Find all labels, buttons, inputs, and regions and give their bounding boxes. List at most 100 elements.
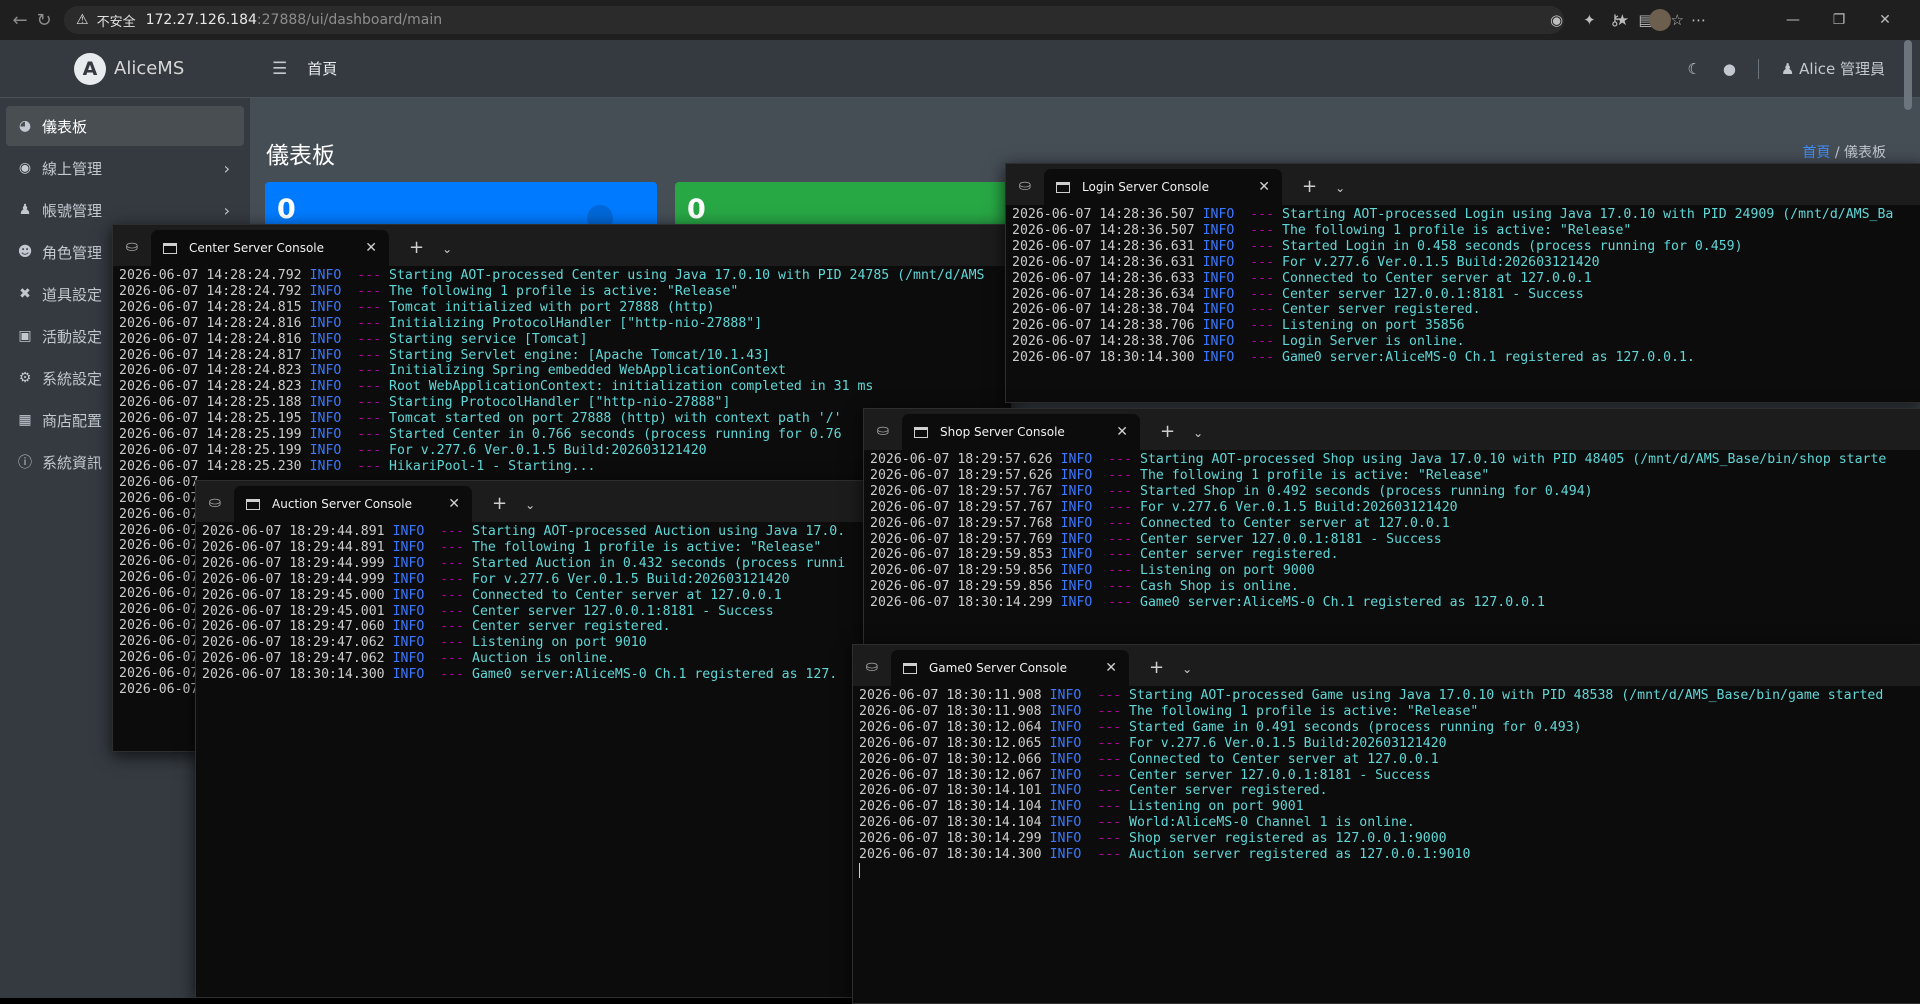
log-timestamp: 2026-06-07 [119, 570, 199, 586]
log-message: Center server registered. [1129, 783, 1328, 799]
log-timestamp: 2026-06-07 14:28:24.817 [119, 347, 302, 363]
warning-icon[interactable]: ⚠ [76, 12, 89, 28]
new-tab-icon[interactable]: + [1160, 421, 1175, 442]
log-level: INFO [1049, 815, 1082, 831]
reload-icon[interactable]: ↻ [24, 0, 64, 40]
terminal-tab[interactable]: Auction Server Console ✕ [234, 486, 472, 522]
log-timestamp: 2026-06-07 18:29:57.768 [870, 515, 1053, 531]
shield-icon[interactable]: ⛀ [113, 225, 151, 266]
menu-toggle-icon[interactable]: ☰ [272, 59, 287, 79]
brand[interactable]: A AliceMS [0, 40, 250, 98]
log-level: INFO [309, 347, 342, 363]
topnav-home-link[interactable]: 首頁 [307, 58, 337, 79]
terminal-output[interactable]: 2026-06-07 18:30:11.908 INFO --- Startin… [853, 686, 1920, 885]
shield-icon[interactable]: ⛀ [1006, 164, 1044, 205]
close-tab-icon[interactable]: ✕ [1105, 660, 1117, 676]
terminal-tab-strip: ⛀ Game0 Server Console ✕ + ⌄ [853, 645, 1920, 686]
favorites-icon[interactable]: ★ [1616, 11, 1629, 29]
log-message: Initializing Spring embedded WebApplicat… [389, 363, 786, 379]
log-message: Listening on port 9001 [1129, 799, 1304, 815]
chevron-down-icon[interactable]: ⌄ [442, 242, 452, 256]
log-separator: --- [440, 571, 465, 587]
restore-icon[interactable]: ❐ [1816, 12, 1862, 28]
chevron-down-icon[interactable]: ⌄ [1335, 181, 1345, 195]
close-tab-icon[interactable]: ✕ [1258, 179, 1270, 195]
new-tab-icon[interactable]: + [409, 237, 424, 258]
user-icon: ♟ [1780, 60, 1800, 78]
log-line: 2026-06-07 18:30:12.065 INFO --- For v.2… [859, 736, 1918, 752]
close-icon[interactable]: ✕ [1862, 12, 1908, 28]
log-timestamp: 2026-06-07 18:29:44.999 [202, 555, 385, 571]
log-separator: --- [1250, 270, 1275, 286]
log-message: Center server 127.0.0.1:8181 - Success [1282, 286, 1584, 302]
login-console-window[interactable]: ⛀ Login Server Console ✕ + ⌄ 2026-06-07 14:28… [1005, 163, 1920, 403]
log-line: 2026-06-07 18:29:57.626 INFO --- Startin… [870, 452, 1918, 468]
log-message: The following 1 profile is active: "Rele… [389, 283, 739, 299]
log-message: Listening on port 35856 [1282, 318, 1465, 334]
user-menu[interactable]: ♟ Alice 管理員 [1781, 58, 1885, 79]
chat-icon[interactable]: ● [1723, 60, 1736, 78]
terminal-tab[interactable]: Center Server Console ✕ [151, 230, 389, 266]
close-tab-icon[interactable]: ✕ [448, 496, 460, 512]
address-bar[interactable]: ⚠ 不安全 172.27.126.184:27888/ui/dashboard/… [64, 6, 1684, 34]
dark-mode-icon[interactable]: ☾ [1687, 60, 1700, 78]
shield-icon[interactable]: ⛀ [196, 481, 234, 522]
chevron-down-icon[interactable]: ⌄ [525, 498, 535, 512]
extension-icon[interactable]: ◉ [1550, 11, 1563, 29]
shop-console-window[interactable]: ⛀ Shop Server Console ✕ + ⌄ 2026-06-07 18:29:… [863, 408, 1920, 648]
new-tab-icon[interactable]: + [492, 493, 507, 514]
log-separator: --- [357, 395, 382, 411]
minimize-icon[interactable]: — [1770, 12, 1816, 28]
puzzle-icon[interactable]: ✦ [1583, 11, 1596, 29]
dashboard-icon: ◕ [18, 118, 32, 134]
log-message: Connected to Center server at 127.0.0.1 [1282, 270, 1592, 286]
terminal-output[interactable]: 2026-06-07 18:29:44.891 INFO --- Startin… [196, 522, 894, 685]
log-separator: --- [440, 587, 465, 603]
shield-icon[interactable]: ⛀ [853, 645, 891, 686]
chevron-down-icon[interactable]: ⌄ [1193, 426, 1203, 440]
log-line: 2026-06-07 14:28:24.816 INFO --- Startin… [119, 332, 1005, 348]
log-timestamp: 2026-06-07 18:29:59.856 [870, 563, 1053, 579]
sidebar-item-1[interactable]: ◉ 線上管理 › [6, 148, 244, 188]
terminal-output[interactable]: 2026-06-07 18:29:57.626 INFO --- Startin… [864, 450, 1920, 613]
new-tab-icon[interactable]: + [1302, 176, 1317, 197]
terminal-output[interactable]: 2026-06-07 14:28:36.507 INFO --- Startin… [1006, 205, 1920, 368]
log-message: For v.277.6 Ver.0.1.5 Build:202603121420 [1129, 735, 1447, 751]
terminal-tab[interactable]: Game0 Server Console ✕ [891, 650, 1129, 686]
more-icon[interactable]: ⋯ [1691, 11, 1706, 29]
shield-icon[interactable]: ⛀ [864, 409, 902, 450]
log-level: INFO [1060, 563, 1093, 579]
sidebar-item-0[interactable]: ◕ 儀表板 [6, 106, 244, 146]
chevron-down-icon[interactable]: ⌄ [1182, 662, 1192, 676]
game-console-window[interactable]: ⛀ Game0 Server Console ✕ + ⌄ 2026-06-07 18:30… [852, 644, 1920, 1004]
log-line: 2026-06-07 18:29:44.891 INFO --- Startin… [202, 524, 888, 540]
log-separator: --- [357, 379, 382, 395]
terminal-icon [246, 498, 260, 510]
log-timestamp: 2026-06-07 [119, 474, 199, 490]
log-timestamp: 2026-06-07 14:28:24.792 [119, 268, 302, 283]
log-timestamp: 2026-06-07 14:28:25.199 [119, 442, 302, 458]
breadcrumb-home[interactable]: 首頁 [1802, 145, 1830, 161]
terminal-tab[interactable]: Login Server Console ✕ [1044, 169, 1282, 205]
log-separator: --- [1097, 703, 1122, 719]
close-tab-icon[interactable]: ✕ [1116, 424, 1128, 440]
log-timestamp: 2026-06-07 18:30:14.104 [859, 799, 1042, 815]
new-tab-icon[interactable]: + [1149, 657, 1164, 678]
profile-avatar[interactable] [1649, 9, 1672, 31]
terminal-tab[interactable]: Shop Server Console ✕ [902, 414, 1140, 450]
log-timestamp: 2026-06-07 [119, 617, 199, 633]
close-tab-icon[interactable]: ✕ [365, 240, 377, 256]
sidebar-item-label: 活動設定 [42, 327, 103, 346]
log-separator: --- [357, 331, 382, 347]
log-level: INFO [309, 411, 342, 427]
log-level: INFO [392, 651, 425, 667]
chevron-right-icon: › [223, 158, 230, 178]
auction-console-window[interactable]: ⛀ Auction Server Console ✕ + ⌄ 2026-06-07 18:… [195, 480, 895, 998]
log-timestamp: 2026-06-07 14:28:38.704 [1012, 302, 1195, 318]
terminal-tab-strip: ⛀ Login Server Console ✕ + ⌄ [1006, 164, 1920, 205]
log-separator: --- [1250, 222, 1275, 238]
log-level: INFO [309, 315, 342, 331]
log-separator: --- [1097, 783, 1122, 799]
log-timestamp: 2026-06-07 18:30:14.300 [202, 667, 385, 683]
log-timestamp: 2026-06-07 [119, 633, 199, 649]
